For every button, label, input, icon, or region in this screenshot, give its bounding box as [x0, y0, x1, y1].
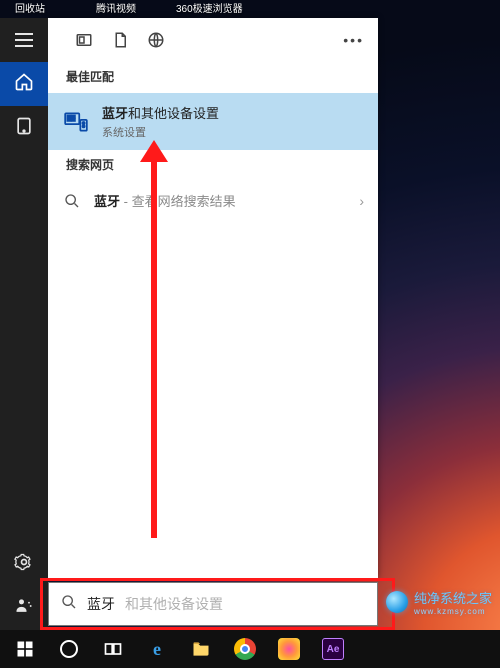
rail-apps[interactable] [0, 106, 48, 150]
watermark-logo-icon [386, 591, 408, 613]
apps-icon [14, 116, 34, 141]
taskbar-chrome[interactable] [224, 630, 266, 668]
chevron-right-icon: › [359, 193, 364, 209]
web-search-result[interactable]: 蓝牙 - 查看网络搜索结果 › [48, 181, 378, 220]
person-icon [14, 596, 34, 621]
search-typed-text: 蓝牙 [87, 594, 115, 614]
taskbar-after-effects[interactable]: Ae [312, 630, 354, 668]
cortana-button[interactable] [48, 630, 90, 668]
search-left-rail [0, 18, 48, 630]
desktop-icon-tencent-video[interactable]: 腾讯视频 [90, 0, 142, 18]
gear-icon [14, 552, 34, 577]
after-effects-icon: Ae [322, 638, 344, 660]
rail-feedback[interactable] [0, 586, 48, 630]
start-button[interactable] [4, 630, 46, 668]
taskbar-edge[interactable]: e [136, 630, 178, 668]
rail-settings[interactable] [0, 542, 48, 586]
best-match-header: 最佳匹配 [48, 62, 378, 93]
best-match-text: 蓝牙和其他设备设置 系统设置 [102, 103, 219, 140]
search-autocomplete-ghost: 和其他设备设置 [125, 594, 223, 614]
task-view-button[interactable] [92, 630, 134, 668]
best-match-result[interactable]: 蓝牙和其他设备设置 系统设置 [48, 93, 378, 150]
panel-filter-row: ••• [48, 18, 378, 62]
web-search-header: 搜索网页 [48, 150, 378, 181]
search-icon [61, 594, 77, 615]
taskbar: e Ae [0, 630, 500, 668]
filter-web[interactable] [138, 22, 174, 58]
watermark: 纯净系统之家 www.kzmsy.com [386, 588, 492, 616]
search-results-panel: ••• 最佳匹配 蓝牙和其他设备设置 系统设置 [48, 18, 378, 578]
cortana-icon [60, 640, 78, 658]
media-app-icon [278, 638, 300, 660]
rail-home[interactable] [0, 62, 48, 106]
screen-root: 回收站 腾讯视频 360极速浏览器 [0, 0, 500, 668]
taskbar-media-app[interactable] [268, 630, 310, 668]
search-icon [62, 193, 82, 209]
hamburger-icon [15, 33, 33, 47]
settings-result-icon [62, 108, 90, 136]
home-icon [14, 72, 34, 97]
menu-button[interactable] [0, 18, 48, 62]
filter-documents[interactable] [102, 22, 138, 58]
chrome-icon [234, 638, 256, 660]
panel-more-button[interactable]: ••• [339, 32, 368, 48]
desktop-icon-row: 回收站 腾讯视频 360极速浏览器 [0, 0, 500, 18]
desktop-icon-360-browser[interactable]: 360极速浏览器 [176, 0, 228, 18]
filter-all[interactable] [66, 22, 102, 58]
desktop-icon-recycle-bin[interactable]: 回收站 [4, 0, 56, 18]
edge-icon: e [153, 639, 161, 660]
taskbar-file-explorer[interactable] [180, 630, 222, 668]
search-input[interactable]: 蓝牙和其他设备设置 [48, 582, 378, 626]
